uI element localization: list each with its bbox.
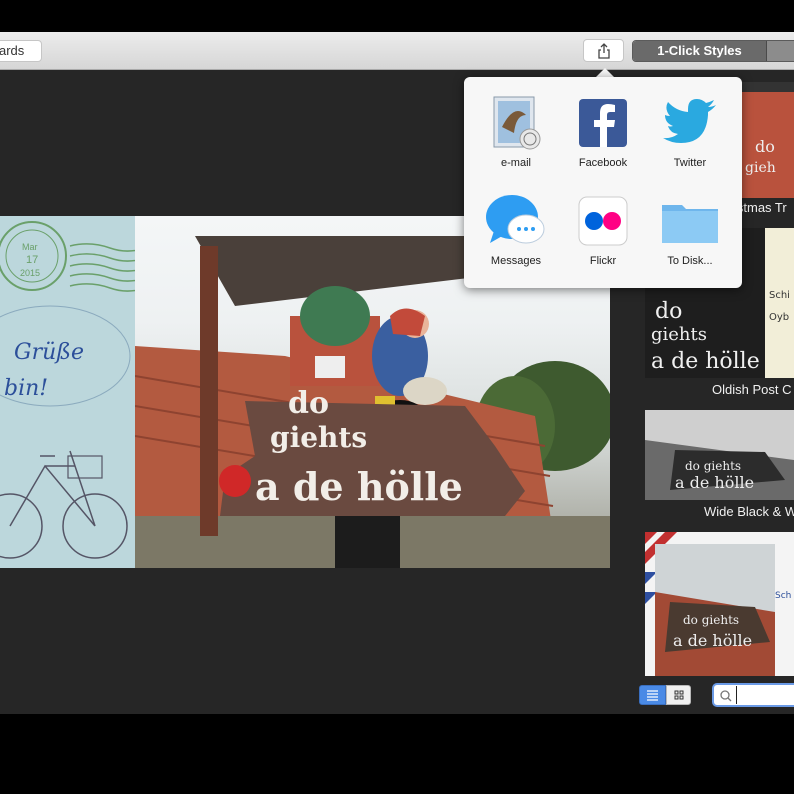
- greeting-line-1: Grüße: [14, 340, 84, 365]
- svg-text:giehts: giehts: [651, 324, 707, 345]
- search-icon: [720, 690, 732, 702]
- postmark-month: Mar: [22, 242, 38, 252]
- list-view-icon: [647, 690, 658, 701]
- svg-text:a de hölle: a de hölle: [673, 631, 752, 650]
- svg-text:gieh: gieh: [745, 160, 776, 176]
- toolbar: ards 1-Click Styles: [0, 32, 794, 70]
- svg-text:Oyb: Oyb: [769, 312, 789, 323]
- share-popover: e-mail Facebook Twitter Messages Flickr …: [464, 77, 742, 288]
- share-twitter-item[interactable]: Twitter: [645, 93, 735, 169]
- share-messages-item[interactable]: Messages: [471, 191, 561, 267]
- svg-text:Schi: Schi: [769, 290, 790, 301]
- share-messages-label: Messages: [490, 255, 542, 267]
- style-label: istmas Tr: [734, 200, 787, 215]
- style-label: Oldish Post C: [712, 382, 792, 397]
- sign-text-line-2: giehts: [270, 421, 368, 454]
- bottom-bar: [632, 676, 794, 714]
- share-email-label: e-mail: [501, 157, 531, 169]
- share-flickr-item[interactable]: Flickr: [558, 191, 648, 267]
- twitter-icon: [660, 93, 720, 153]
- svg-text:Sch: Sch: [775, 591, 791, 601]
- share-facebook-item[interactable]: Facebook: [558, 93, 648, 169]
- share-disk-label: To Disk...: [667, 255, 713, 267]
- share-twitter-label: Twitter: [673, 157, 707, 169]
- share-button[interactable]: [583, 39, 624, 62]
- svg-text:do: do: [755, 137, 775, 156]
- postmark-day: 17: [26, 254, 39, 266]
- folder-icon: [660, 191, 720, 251]
- svg-text:a de hölle: a de hölle: [675, 473, 754, 492]
- share-flickr-label: Flickr: [589, 255, 617, 267]
- one-click-styles-tab[interactable]: 1-Click Styles: [633, 41, 766, 61]
- svg-text:do: do: [655, 299, 682, 324]
- list-view-button[interactable]: [639, 685, 666, 705]
- postcards-button[interactable]: ards: [0, 40, 42, 62]
- greeting-line-2: bin!: [4, 376, 49, 401]
- svg-text:do giehts: do giehts: [683, 613, 739, 627]
- share-facebook-label: Facebook: [578, 157, 628, 169]
- search-field[interactable]: [712, 683, 794, 707]
- share-icon: [598, 43, 610, 59]
- share-disk-item[interactable]: To Disk...: [645, 191, 735, 267]
- styles-segmented-control: 1-Click Styles: [632, 40, 794, 62]
- sign-text-line-3: a de hölle: [255, 464, 463, 509]
- styles-tab-secondary[interactable]: [766, 41, 794, 61]
- postcard-stamp-strip: Mar 17 2015 Grüße bin!: [0, 216, 151, 568]
- grid-view-button[interactable]: [666, 685, 691, 705]
- postmark-year: 2015: [20, 268, 41, 278]
- flickr-icon: [573, 191, 633, 251]
- mail-icon: [486, 93, 546, 153]
- style-thumbnail[interactable]: do giehts a de hölle: [645, 410, 794, 500]
- messages-icon: [486, 191, 546, 251]
- grid-view-icon: [674, 690, 684, 700]
- svg-text:do giehts: do giehts: [685, 459, 741, 473]
- share-email-item[interactable]: e-mail: [471, 93, 561, 169]
- style-label: Wide Black & W: [704, 504, 794, 519]
- svg-text:a de hölle: a de hölle: [651, 349, 760, 374]
- style-thumbnail[interactable]: do giehts a de hölle Sch: [645, 532, 794, 676]
- facebook-icon: [573, 93, 633, 153]
- sign-text-line-1: do: [288, 386, 329, 421]
- search-input[interactable]: [736, 686, 794, 704]
